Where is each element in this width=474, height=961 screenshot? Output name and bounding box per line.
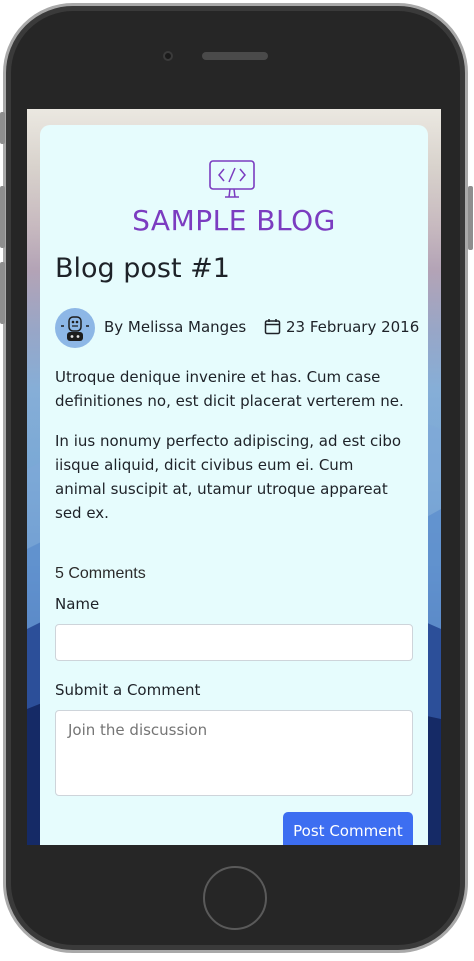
comment-label: Submit a Comment	[55, 681, 201, 699]
side-button-left-3	[0, 262, 5, 324]
comments-count: 5 Comments	[55, 565, 146, 582]
post-comment-button[interactable]: Post Comment	[283, 812, 413, 845]
side-button-right	[468, 186, 473, 250]
author-avatar	[55, 308, 95, 348]
post-title: Blog post #1	[55, 253, 230, 284]
blog-brand[interactable]: SAMPLE BLOG	[27, 204, 441, 237]
side-button-left-1	[0, 112, 5, 144]
post-paragraph-2: In ius nonumy perfecto adipiscing, ad es…	[55, 432, 402, 522]
speaker-grille	[202, 52, 268, 60]
home-button[interactable]	[203, 866, 267, 930]
post-author: By Melissa Manges	[104, 318, 247, 336]
robot-avatar-icon	[61, 316, 89, 341]
side-button-left-2	[0, 186, 5, 248]
monitor-code-icon	[209, 160, 255, 198]
post-paragraph-1: Utroque denique invenire et has. Cum cas…	[55, 368, 404, 410]
front-camera	[163, 51, 173, 61]
calendar-icon	[264, 319, 281, 335]
post-date: 23 February 2016	[286, 318, 420, 336]
name-field[interactable]	[55, 624, 413, 661]
name-label: Name	[55, 595, 100, 613]
screen: SAMPLE BLOG Blog post #1 By Melissa Mang…	[27, 109, 441, 845]
comment-field[interactable]	[55, 710, 413, 796]
